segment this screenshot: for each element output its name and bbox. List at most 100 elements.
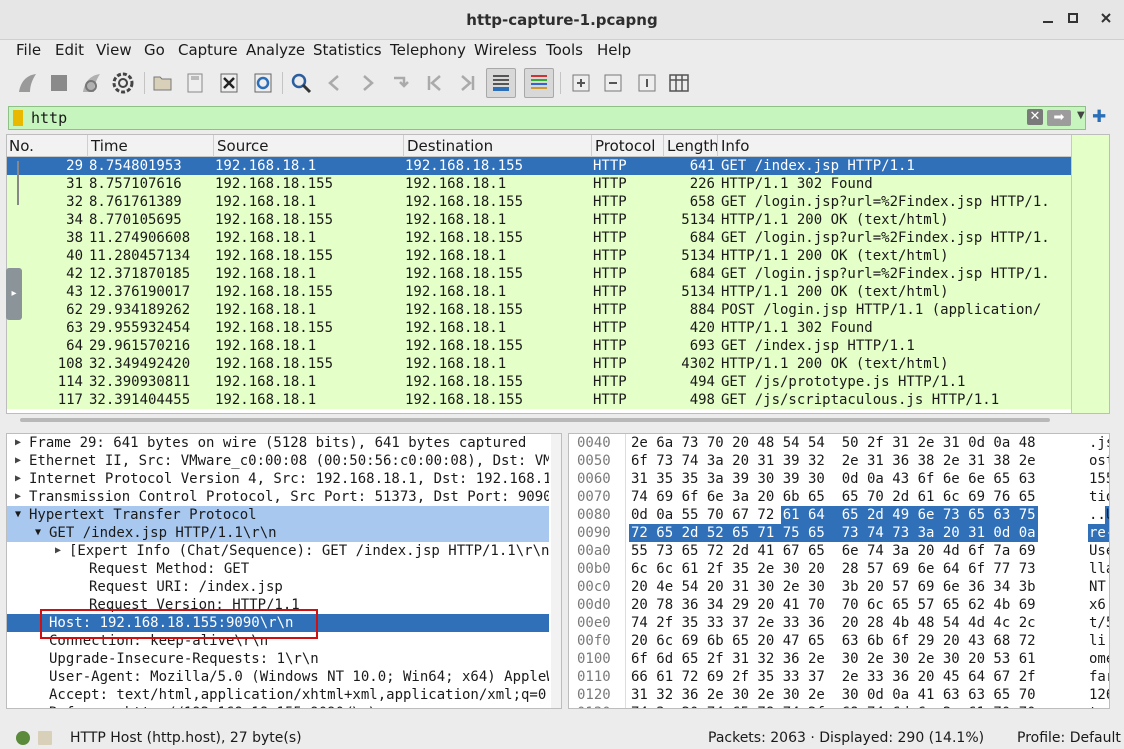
hex-row[interactable]: 00b0 6c 6c 61 2f 35 2e 30 20 28 57 69 6e … (569, 560, 1109, 578)
hex-row[interactable]: 00a0 55 73 65 72 2d 41 67 65 6e 74 3a 20 … (569, 542, 1109, 560)
normal-size-icon[interactable] (632, 68, 662, 98)
zoom-out-icon[interactable] (598, 68, 628, 98)
packet-row[interactable]: 117 32.391404455 192.168.18.1 192.168.18.15… (7, 391, 1071, 409)
menu-analyze[interactable]: Analyze (246, 41, 305, 59)
bottom-horizontal-scrollbars[interactable] (6, 710, 1110, 724)
expanded-arrow-icon[interactable]: ▼ (35, 524, 41, 542)
hex-row[interactable]: 0040 2e 6a 73 70 20 48 54 54 50 2f 31 2e … (569, 434, 1109, 452)
menu-wireless[interactable]: Wireless (474, 41, 537, 59)
detail-tree-item[interactable]: ▶ Internet Protocol Version 4, Src: 192.1… (7, 470, 549, 488)
packet-row[interactable]: 108 32.349492420 192.168.18.155 192.168.18.… (7, 355, 1071, 373)
column-header-source[interactable]: Source (215, 137, 269, 155)
packet-row[interactable]: 29 8.754801953 192.168.18.1 192.168.18.155 H… (7, 157, 1071, 175)
restart-capture-icon[interactable] (76, 68, 106, 98)
packet-row[interactable]: 34 8.770105695 192.168.18.155 192.168.18.1 H… (7, 211, 1071, 229)
filter-history-dropdown-icon[interactable]: ▼ (1077, 110, 1085, 121)
expanded-arrow-icon[interactable]: ▼ (15, 506, 21, 524)
last-packet-icon[interactable] (452, 68, 482, 98)
packet-row[interactable]: 38 11.274906608 192.168.18.1 192.168.18.155… (7, 229, 1071, 247)
stop-capture-icon[interactable] (44, 68, 74, 98)
bookmark-icon[interactable] (13, 110, 23, 126)
column-header-protocol[interactable]: Protocol (593, 137, 655, 155)
menu-telephony[interactable]: Telephony (390, 41, 466, 59)
go-forward-icon[interactable] (352, 68, 382, 98)
capture-options-icon[interactable] (108, 68, 138, 98)
find-packet-icon[interactable] (286, 68, 316, 98)
hex-row[interactable]: 0110 66 61 72 69 2f 35 33 37 2e 33 36 20 … (569, 668, 1109, 686)
profile-name[interactable]: Profile: Default (1017, 730, 1121, 746)
detail-tree-item[interactable]: ▶ Transmission Control Protocol, Src Port… (7, 488, 549, 506)
minimize-icon[interactable] (1038, 10, 1058, 30)
detail-tree-item[interactable]: ▶ [Expert Info (Chat/Sequence): GET /inde… (7, 542, 549, 560)
collapsed-arrow-icon[interactable]: ▶ (55, 542, 61, 560)
hex-row[interactable]: 00d0 20 78 36 34 29 20 41 70 70 6c 65 57 … (569, 596, 1109, 614)
column-header-no[interactable]: No. (7, 137, 34, 155)
menu-file[interactable]: File (16, 41, 41, 59)
packet-row[interactable]: 31 8.757107616 192.168.18.155 192.168.18.1 H… (7, 175, 1071, 193)
column-header-length[interactable]: Length (665, 137, 719, 155)
detail-tree-item[interactable]: Upgrade-Insecure-Requests: 1\r\n (7, 650, 549, 668)
menu-view[interactable]: View (96, 41, 132, 59)
autoscroll-icon[interactable] (486, 68, 516, 98)
go-back-icon[interactable] (320, 68, 350, 98)
clear-filter-icon[interactable]: ✕ (1027, 109, 1043, 125)
hex-row[interactable]: 0120 31 32 36 2e 30 2e 30 2e 30 0d 0a 41 … (569, 686, 1109, 704)
menu-tools[interactable]: Tools (546, 41, 583, 59)
packet-row[interactable]: 32 8.761761389 192.168.18.1 192.168.18.155 H… (7, 193, 1071, 211)
menu-help[interactable]: Help (597, 41, 631, 59)
packet-row[interactable]: 43 12.376190017 192.168.18.155 192.168.18.1… (7, 283, 1071, 301)
collapsed-arrow-icon[interactable]: ▶ (15, 488, 21, 506)
detail-tree-item[interactable]: ▶ Ethernet II, Src: VMware_c0:00:08 (00:5… (7, 452, 549, 470)
apply-filter-icon[interactable]: ➡ (1047, 110, 1071, 126)
hex-row[interactable]: 0100 6f 6d 65 2f 31 32 36 2e 30 2e 30 2e … (569, 650, 1109, 668)
hex-row[interactable]: 00c0 20 4e 54 20 31 30 2e 30 3b 20 57 69 … (569, 578, 1109, 596)
hex-row[interactable]: 00f0 20 6c 69 6b 65 20 47 65 63 6b 6f 29 … (569, 632, 1109, 650)
menu-edit[interactable]: Edit (55, 41, 84, 59)
hex-row[interactable]: 0070 74 69 6f 6e 3a 20 6b 65 65 70 2d 61 … (569, 488, 1109, 506)
reload-file-icon[interactable] (248, 68, 278, 98)
menu-go[interactable]: Go (144, 41, 165, 59)
hex-row[interactable]: 00e0 74 2f 35 33 37 2e 33 36 20 28 4b 48 … (569, 614, 1109, 632)
detail-tree-item[interactable]: User-Agent: Mozilla/5.0 (Windows NT 10.0… (7, 668, 549, 686)
hex-row[interactable]: 0090 72 65 2d 52 65 71 75 65 73 74 73 3a … (569, 524, 1109, 542)
hex-row[interactable]: 0060 31 35 35 3a 39 30 39 30 0d 0a 43 6f … (569, 470, 1109, 488)
packet-row[interactable]: 64 29.961570216 192.168.18.1 192.168.18.155… (7, 337, 1071, 355)
colorize-icon[interactable] (524, 68, 554, 98)
hex-row[interactable]: 0050 6f 73 74 3a 20 31 39 32 2e 31 36 38 … (569, 452, 1109, 470)
expert-info-icon[interactable] (16, 731, 30, 745)
zoom-in-icon[interactable] (566, 68, 596, 98)
menu-capture[interactable]: Capture (178, 41, 238, 59)
first-packet-icon[interactable] (420, 68, 450, 98)
hex-row[interactable]: 0130 74 3a 20 74 65 78 74 2f 68 74 6d 6c … (569, 704, 1109, 708)
add-filter-button-icon[interactable]: ✚ (1092, 107, 1106, 127)
packet-minimap[interactable] (1071, 135, 1109, 413)
collapsed-arrow-icon[interactable]: ▶ (15, 434, 21, 452)
detail-tree-item[interactable]: Referer: http://192.168.18.155:9090/\r\n (7, 704, 549, 708)
details-vertical-scrollbar[interactable] (551, 434, 561, 708)
open-file-icon[interactable] (148, 68, 178, 98)
menu-statistics[interactable]: Statistics (313, 41, 382, 59)
go-to-packet-icon[interactable] (386, 68, 416, 98)
detail-tree-item[interactable]: ▼ Hypertext Transfer Protocol (7, 506, 549, 524)
packet-list-horizontal-scrollbar[interactable] (6, 414, 1070, 428)
column-header-info[interactable]: Info (719, 137, 749, 155)
column-header-time[interactable]: Time (89, 137, 128, 155)
resize-columns-icon[interactable] (664, 68, 694, 98)
collapsed-arrow-icon[interactable]: ▶ (15, 470, 21, 488)
detail-tree-item[interactable]: ▶ Frame 29: 641 bytes on wire (5128 bits)… (7, 434, 549, 452)
display-filter-bar[interactable]: http ✕ ➡ ▼ (8, 106, 1086, 130)
close-file-icon[interactable] (214, 68, 244, 98)
detail-tree-item[interactable]: Request URI: /index.jsp (7, 578, 549, 596)
packet-row[interactable]: 40 11.280457134 192.168.18.155 192.168.18.1… (7, 247, 1071, 265)
column-header-destination[interactable]: Destination (405, 137, 493, 155)
collapsed-arrow-icon[interactable]: ▶ (15, 452, 21, 470)
capture-comment-icon[interactable] (38, 731, 52, 745)
maximize-icon[interactable] (1063, 10, 1083, 30)
hex-row[interactable]: 0080 0d 0a 55 70 67 72 61 64 65 2d 49 6e … (569, 506, 1109, 524)
close-icon[interactable] (1096, 10, 1116, 30)
detail-tree-item[interactable]: Accept: text/html,application/xhtml+xml,… (7, 686, 549, 704)
detail-tree-item[interactable]: ▼ GET /index.jsp HTTP/1.1\r\n (7, 524, 549, 542)
packet-row[interactable]: 114 32.390930811 192.168.18.1 192.168.18.15… (7, 373, 1071, 391)
packet-row[interactable]: 63 29.955932454 192.168.18.155 192.168.18.1… (7, 319, 1071, 337)
sidebar-handle-icon[interactable]: ▸ (6, 268, 22, 320)
